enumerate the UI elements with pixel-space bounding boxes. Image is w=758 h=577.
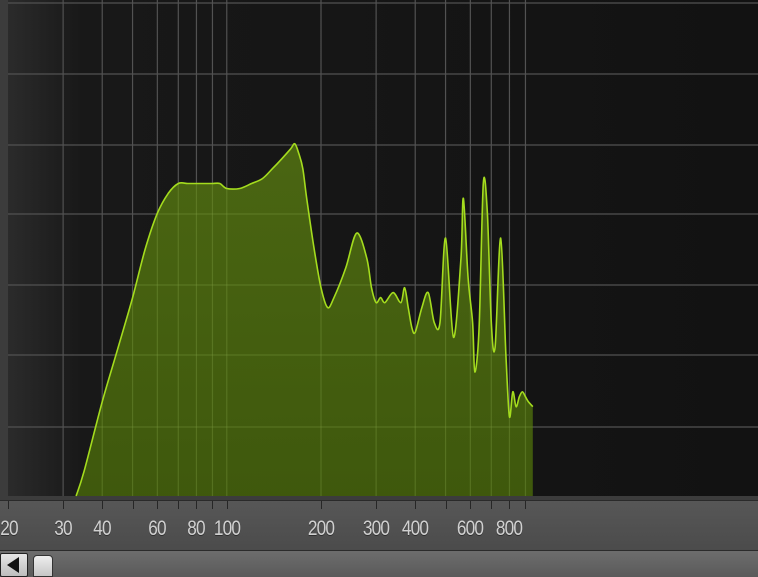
axis-tick-mark: [227, 501, 228, 509]
freq-tick-label: 20: [0, 517, 18, 540]
freq-tick-label: 200: [307, 517, 335, 540]
axis-tick-mark: [525, 501, 526, 509]
axis-tick-mark: [178, 501, 179, 509]
axis-tick-mark: [212, 501, 213, 509]
freq-tick-label: 30: [54, 517, 72, 540]
spectrum-analyzer: 20 30 40 60 80 100 200 300 400 600 800: [0, 0, 758, 577]
axis-tick-mark: [415, 501, 416, 509]
scroll-left-button[interactable]: [0, 553, 28, 577]
spectrum-display: [0, 0, 758, 500]
axis-tick-mark: [509, 501, 510, 509]
axis-tick-mark: [376, 501, 377, 509]
horizontal-scrollbar[interactable]: [0, 550, 758, 577]
axis-tick-mark: [491, 501, 492, 509]
freq-tick-label: 80: [187, 517, 206, 540]
axis-tick-mark: [133, 501, 134, 509]
axis-tick-mark: [446, 501, 447, 509]
axis-tick-mark: [196, 501, 197, 509]
freq-tick-label: 60: [148, 517, 167, 540]
spectrum-plot: [8, 0, 758, 497]
axis-tick-mark: [470, 501, 471, 509]
freq-tick-label: 300: [362, 517, 390, 540]
scroll-thumb[interactable]: [33, 555, 53, 577]
axis-tick-mark: [102, 501, 103, 509]
freq-tick-label: 400: [402, 517, 429, 540]
freq-tick-label: 600: [457, 517, 484, 540]
axis-tick-mark: [8, 501, 9, 509]
axis-tick-mark: [321, 501, 322, 509]
axis-tick-mark: [157, 501, 158, 509]
freq-tick-label: 100: [213, 517, 241, 540]
frequency-axis: 20 30 40 60 80 100 200 300 400 600 800: [0, 500, 758, 551]
freq-tick-label: 40: [93, 517, 111, 540]
arrow-left-icon: [7, 557, 19, 573]
freq-tick-label: 800: [496, 517, 523, 540]
axis-tick-mark: [63, 501, 64, 509]
